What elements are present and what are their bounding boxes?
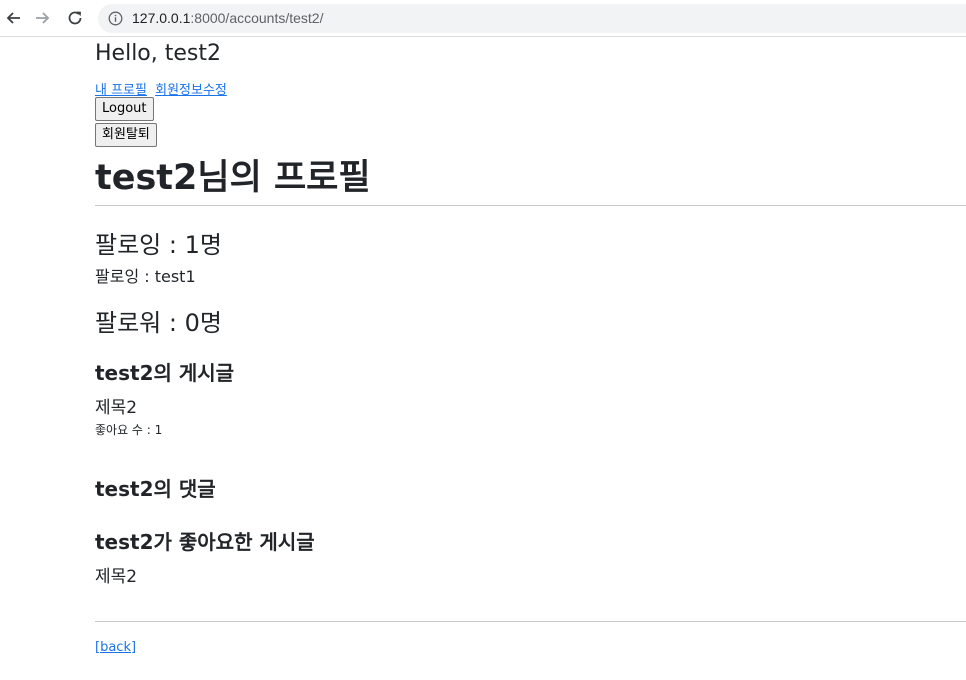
follower-count: 팔로워 : 0명 (95, 309, 222, 337)
liked-posts-heading: test2가 좋아요한 게시글 (95, 530, 315, 554)
address-bar[interactable]: 127.0.0.1:8000/accounts/test2/ (98, 4, 966, 33)
browser-toolbar: 127.0.0.1:8000/accounts/test2/ (0, 0, 966, 37)
greeting: Hello, test2 (95, 41, 221, 66)
back-link[interactable]: [back] (95, 640, 136, 655)
following-list: 팔로잉 : test1 (95, 267, 196, 286)
nav-links: 내 프로필 회원정보수정 (95, 79, 231, 98)
page-title: test2님의 프로필 (95, 158, 371, 198)
post-likes: 좋아요 수 : 1 (95, 423, 163, 437)
info-icon[interactable] (108, 11, 123, 26)
arrow-left-icon[interactable] (3, 8, 23, 28)
url-host: 127.0.0.1 (132, 10, 191, 26)
edit-info-link[interactable]: 회원정보수정 (155, 83, 227, 98)
following-count: 팔로잉 : 1명 (95, 231, 222, 259)
arrow-right-icon[interactable] (33, 8, 53, 28)
logout-button[interactable]: Logout (95, 97, 154, 121)
url-path: :8000/accounts/test2/ (190, 10, 324, 26)
url-text: 127.0.0.1:8000/accounts/test2/ (132, 10, 323, 26)
posts-heading: test2의 게시글 (95, 361, 235, 385)
my-profile-link[interactable]: 내 프로필 (95, 83, 147, 98)
divider (95, 621, 966, 622)
liked-post-title: 제목2 (95, 567, 138, 587)
comments-heading: test2의 댓글 (95, 477, 216, 501)
withdraw-button[interactable]: 회원탈퇴 (95, 123, 157, 147)
divider (95, 205, 966, 206)
reload-icon[interactable] (65, 8, 85, 28)
post-title: 제목2 (95, 398, 138, 418)
